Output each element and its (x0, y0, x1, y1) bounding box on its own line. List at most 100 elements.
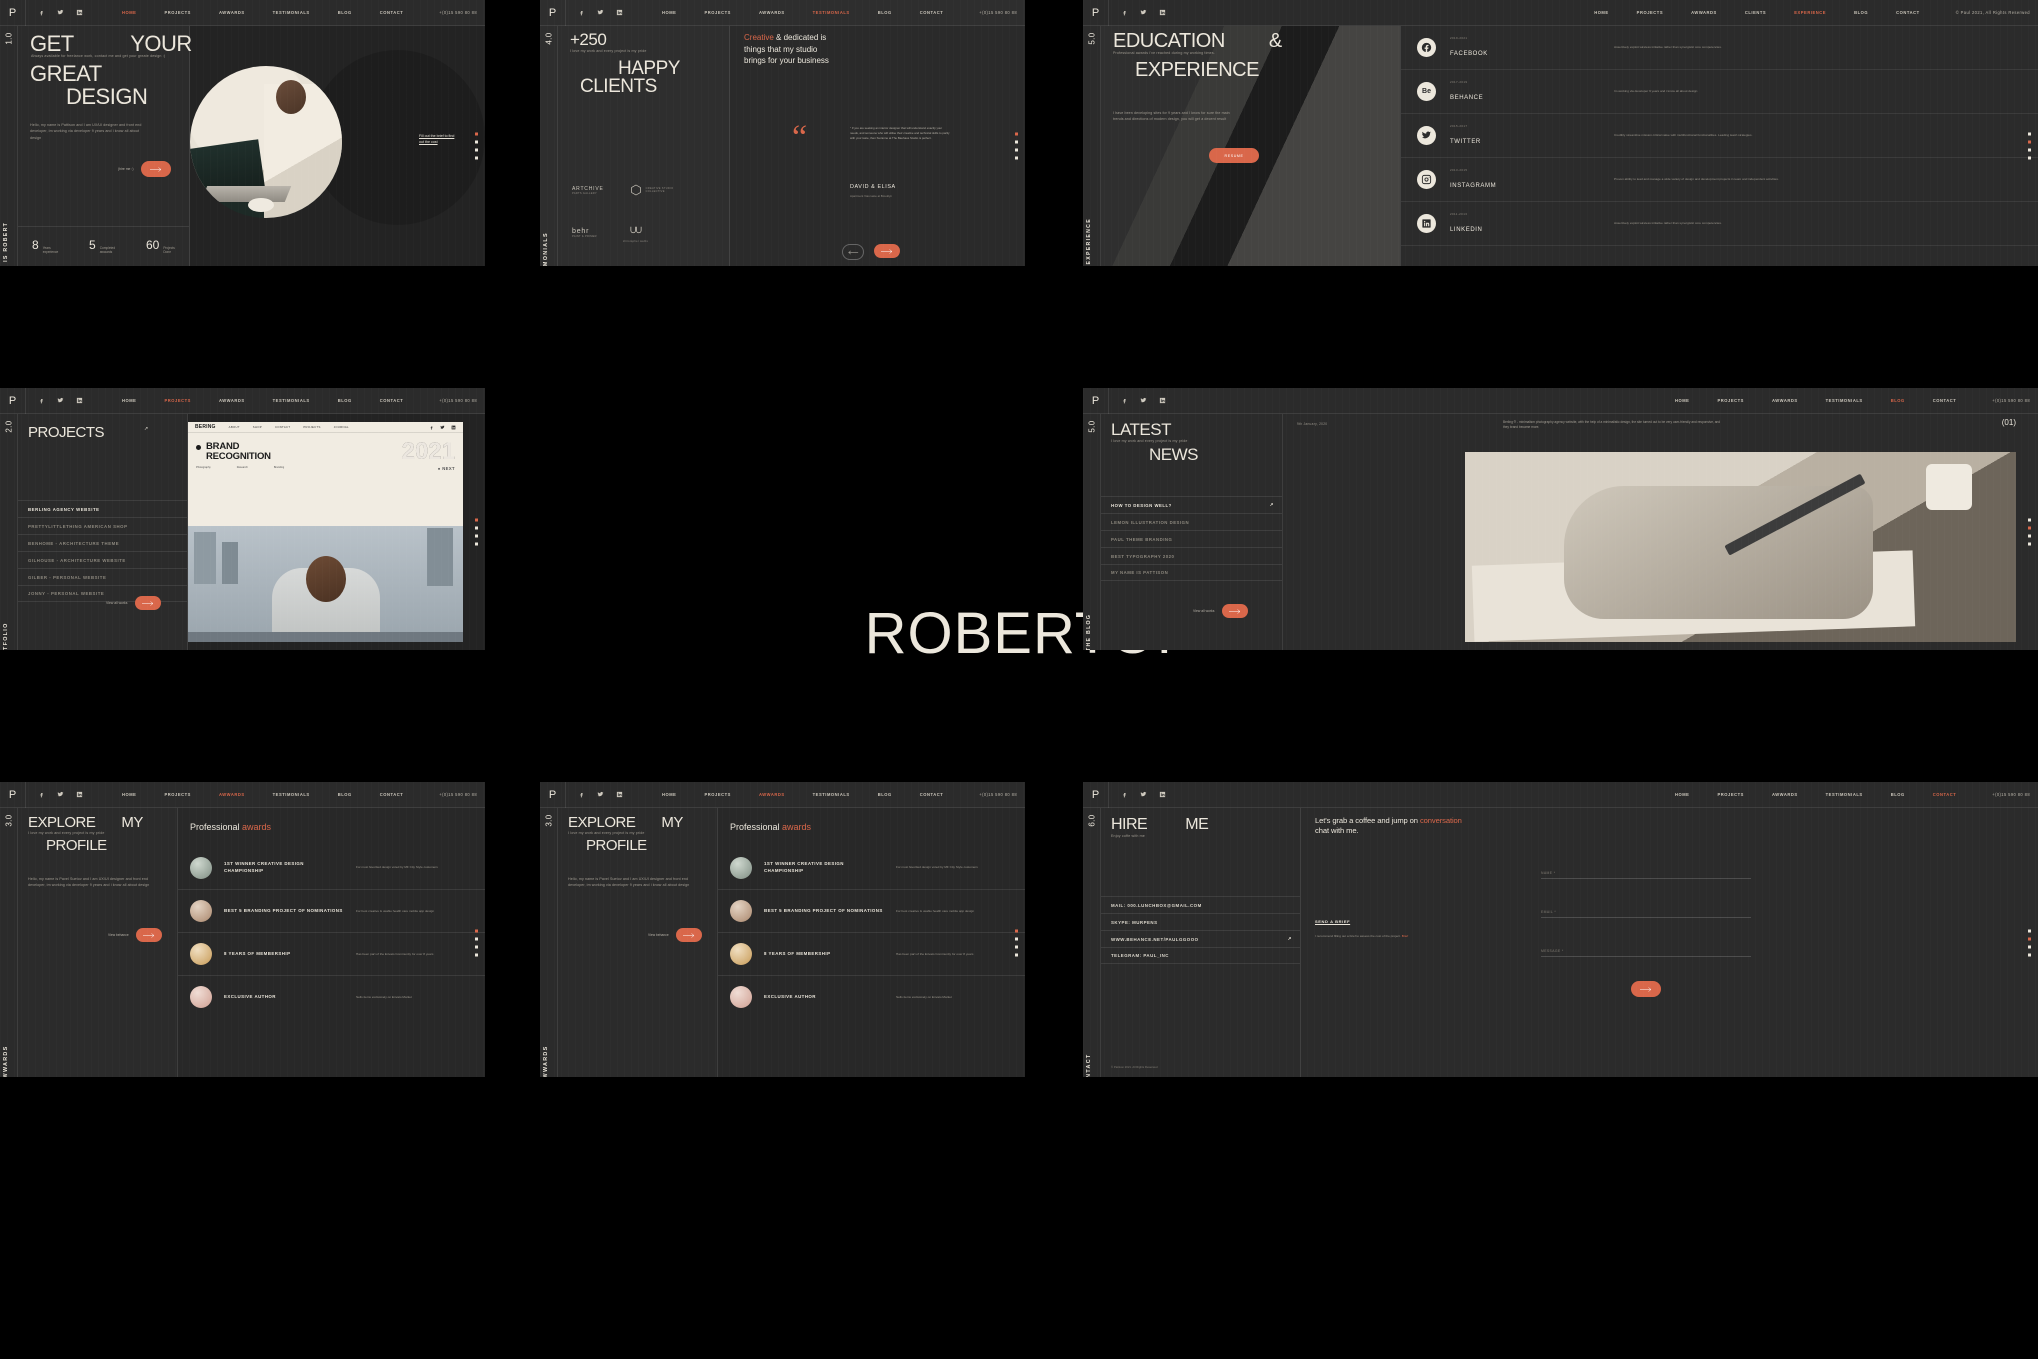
nav-item-home[interactable]: HOME (1661, 792, 1703, 797)
hire-me-button[interactable] (141, 161, 172, 177)
phone-number[interactable]: +(0)15 590 80 88 (965, 792, 1025, 797)
twitter-icon[interactable] (596, 790, 605, 799)
nav-item-testimonials[interactable]: TESTIMONIALS (259, 792, 324, 797)
nav-item-projects[interactable]: PROJECTS (1703, 398, 1757, 403)
nav-item-awwards[interactable]: AWWARDS (205, 10, 259, 15)
pager-dot[interactable] (475, 132, 478, 136)
linkedin-icon[interactable] (75, 396, 84, 405)
nav-item-contact[interactable]: CONTACT (1919, 398, 1971, 403)
slide-pager-projects[interactable] (475, 518, 478, 546)
nav-item-testimonials[interactable]: TESTIMONIALS (259, 398, 324, 403)
nav-item-home[interactable]: HOME (648, 10, 690, 15)
nav-item-testimonials[interactable]: TESTIMONIALS (799, 792, 864, 797)
contact-item-behance[interactable]: WWW.BEHANCE.NET/PAULGGOOO ↗ (1101, 930, 1300, 947)
pager-dot[interactable] (475, 526, 478, 530)
logo-mark[interactable]: P (540, 0, 566, 26)
blog-post-item[interactable]: PAUL THEME BRANDING (1101, 530, 1282, 547)
nav-item-contact[interactable]: CONTACT (906, 10, 958, 15)
nav-item-awwards[interactable]: AWWARDS (1758, 398, 1812, 403)
pager-dot[interactable] (475, 534, 478, 538)
twitter-icon[interactable] (56, 396, 65, 405)
pager-dot[interactable] (1015, 156, 1018, 160)
linkedin-icon[interactable] (75, 790, 84, 799)
facebook-icon[interactable] (577, 790, 586, 799)
blog-post-item[interactable]: LEMON ILLUSTRATION DESIGN (1101, 513, 1282, 530)
logo-mark[interactable]: P (1083, 388, 1109, 414)
phone-number[interactable]: +(0)15 590 80 88 (1978, 792, 2038, 797)
blog-post-item[interactable]: BEST TYPOGRAPHY 2020 (1101, 547, 1282, 564)
pager-dot[interactable] (2028, 945, 2031, 948)
nav-item-projects[interactable]: PROJECTS (150, 398, 204, 403)
award-row[interactable]: 8 YEARS OF MEMBERSHIP Has been part of t… (718, 932, 1025, 975)
pager-dot[interactable] (1015, 132, 1018, 136)
contact-item-mail[interactable]: MAIL: 000.LUNCHBOX@GMAIL.COM (1101, 896, 1300, 913)
experience-row[interactable]: 2013-2015 INSTAGRAMM Proven ability to le… (1401, 158, 2038, 202)
logo-mark[interactable]: P (0, 388, 26, 414)
nav-item-awwards[interactable]: AWWARDS (745, 792, 799, 797)
blog-post-item[interactable]: MY NAME IS PATTISON (1101, 564, 1282, 581)
nav-item-testimonials[interactable]: TESTIMONIALS (799, 10, 864, 15)
blog-post-item[interactable]: HOW TO DESIGN WELL? ↗ (1101, 496, 1282, 513)
nav-item-awwards[interactable]: AWWARDS (205, 792, 259, 797)
nav-item-testimonials[interactable]: TESTIMONIALS (1812, 792, 1877, 797)
mock-nav-about[interactable]: ABOUT (229, 425, 240, 429)
twitter-icon[interactable] (1139, 790, 1148, 799)
nav-item-projects[interactable]: PROJECTS (1623, 10, 1677, 15)
logo-mark[interactable]: P (1083, 782, 1109, 808)
nav-item-projects[interactable]: PROJECTS (150, 792, 204, 797)
nav-item-clients[interactable]: CLIENTS (1731, 10, 1780, 15)
nav-item-home[interactable]: HOME (108, 398, 150, 403)
pager-dot[interactable] (475, 140, 478, 144)
nav-item-projects[interactable]: PROJECTS (150, 10, 204, 15)
nav-item-awwards[interactable]: AWWARDS (1758, 792, 1812, 797)
nav-item-awwards[interactable]: AWWARDS (745, 10, 799, 15)
phone-number[interactable]: +(0)15 590 80 88 (965, 10, 1025, 15)
phone-number[interactable]: +(0)15 590 80 88 (425, 398, 485, 403)
nav-item-projects[interactable]: PROJECTS (1703, 792, 1757, 797)
mock-nav-journal[interactable]: JOURNAL (334, 425, 349, 429)
nav-item-projects[interactable]: PROJECTS (690, 792, 744, 797)
nav-item-blog[interactable]: BLOG (1840, 10, 1882, 15)
slide-pager-hero[interactable] (475, 132, 478, 160)
nav-item-blog[interactable]: BLOG (324, 10, 366, 15)
project-list-item[interactable]: BERLING AGENCY WEBSITE (18, 500, 187, 517)
slide-pager-experience[interactable] (2028, 132, 2031, 160)
pager-dot[interactable] (1015, 953, 1018, 956)
pager-dot[interactable] (475, 518, 478, 522)
logo-mark[interactable]: P (0, 0, 26, 26)
nav-item-contact[interactable]: CONTACT (366, 792, 418, 797)
nav-item-projects[interactable]: PROJECTS (690, 10, 744, 15)
facebook-icon[interactable] (429, 425, 434, 430)
pager-dot[interactable] (475, 542, 478, 546)
twitter-icon[interactable] (56, 790, 65, 799)
experience-row[interactable]: Be 2017-2019 BEHANCE Im working via devel… (1401, 70, 2038, 114)
facebook-icon[interactable] (37, 790, 46, 799)
linkedin-icon[interactable] (1158, 396, 1167, 405)
submit-button[interactable] (1631, 981, 1661, 997)
pager-dot[interactable] (475, 953, 478, 956)
phone-number[interactable]: +(0)15 590 80 88 (425, 792, 485, 797)
award-row[interactable]: 8 YEARS OF MEMBERSHIP Has been part of t… (178, 932, 485, 975)
pager-dot[interactable] (2028, 140, 2031, 144)
linkedin-icon[interactable] (75, 8, 84, 17)
nav-item-blog[interactable]: BLOG (324, 792, 366, 797)
facebook-icon[interactable] (37, 8, 46, 17)
arrow-up-right-icon[interactable]: ↗ (144, 426, 148, 432)
email-field[interactable]: EMAIL * (1541, 899, 1751, 918)
nav-item-home[interactable]: HOME (1580, 10, 1622, 15)
pager-dot[interactable] (2028, 953, 2031, 956)
slide-pager-awards-b[interactable] (1015, 929, 1018, 956)
logo-mark[interactable]: P (0, 782, 26, 808)
phone-number[interactable]: +(0)15 590 80 88 (425, 10, 485, 15)
slide-pager-contact[interactable] (2028, 929, 2031, 956)
nav-item-experience[interactable]: EXPERIENCE (1780, 10, 1840, 15)
nav-item-awwards[interactable]: AWWARDS (205, 398, 259, 403)
logo-mark[interactable]: P (1083, 0, 1109, 26)
pager-dot[interactable] (2028, 518, 2031, 522)
award-row[interactable]: EXCLUSIVE AUTHOR Sells items exclusively… (718, 975, 1025, 1018)
slide-pager-awards-a[interactable] (475, 929, 478, 956)
pager-dot[interactable] (475, 937, 478, 940)
view-behance-button[interactable] (135, 928, 162, 942)
brief-link[interactable]: Fill out the brief to find out the cost (419, 133, 459, 145)
slide-pager-testimonials[interactable] (1015, 132, 1018, 160)
